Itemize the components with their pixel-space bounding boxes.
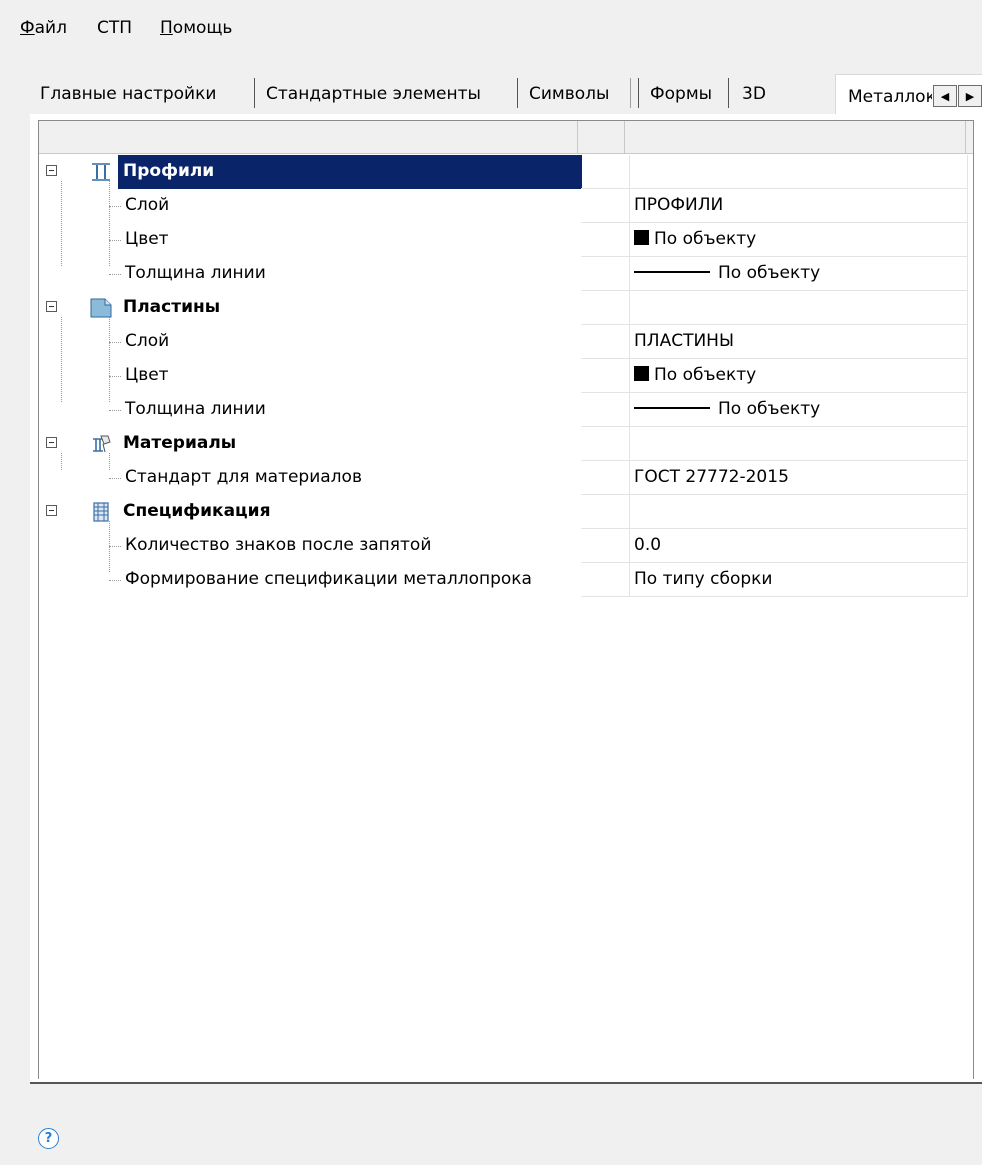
tab-separator — [638, 78, 639, 108]
i-beam-profile-icon — [92, 163, 110, 181]
help-icon: ? — [44, 1131, 53, 1146]
tab-metal-structures[interactable]: Металлоконструкции ◀ ▶ — [835, 74, 982, 115]
property-name: Слой — [125, 331, 170, 351]
lineweight-sample — [634, 271, 710, 273]
property-name: Формирование спецификации металлопрока — [125, 569, 532, 589]
property-name: Слой — [125, 195, 170, 215]
property-value[interactable]: По типу сборки — [630, 563, 968, 597]
tab-forms[interactable]: Формы — [650, 78, 712, 110]
tab-scroll-left-button[interactable]: ◀ — [933, 85, 957, 107]
tab-metal-structures-label: Металлоконструкции — [848, 87, 932, 107]
property-value[interactable]: По объекту — [630, 359, 968, 393]
tab-panel: Профили Слой ПРОФИЛИ Цвет По объекту Тол… — [30, 114, 982, 1084]
property-name: Цвет — [125, 229, 169, 249]
collapse-toggle[interactable] — [46, 437, 57, 448]
property-row[interactable]: Толщина линии По объекту — [39, 393, 968, 427]
property-name: Цвет — [125, 365, 169, 385]
collapse-toggle[interactable] — [46, 165, 57, 176]
property-row[interactable]: Стандарт для материалов ГОСТ 27772-2015 — [39, 461, 968, 495]
tab-3d[interactable]: 3D — [742, 78, 766, 110]
property-name: Количество знаков после запятой — [125, 535, 432, 555]
property-name: Толщина линии — [125, 399, 266, 419]
grid-header — [39, 121, 973, 154]
property-value[interactable]: По объекту — [630, 393, 968, 427]
color-swatch — [634, 230, 649, 245]
menu-help[interactable]: Помощь — [160, 18, 232, 38]
property-row[interactable]: Слой ПРОФИЛИ — [39, 189, 968, 223]
group-label: Материалы — [123, 433, 237, 453]
plate-icon — [90, 298, 112, 318]
collapse-toggle[interactable] — [46, 505, 57, 516]
group-row-profiles[interactable]: Профили — [39, 155, 968, 189]
property-value[interactable]: 0.0 — [630, 529, 968, 563]
property-grid: Профили Слой ПРОФИЛИ Цвет По объекту Тол… — [38, 120, 974, 1079]
group-label: Спецификация — [123, 501, 271, 521]
tab-main-settings[interactable]: Главные настройки — [40, 78, 216, 110]
property-value[interactable]: По объекту — [630, 223, 968, 257]
materials-icon — [93, 435, 111, 453]
tab-symbols[interactable]: Символы — [529, 78, 609, 110]
panel-bottom-border — [30, 1082, 982, 1084]
property-name: Толщина линии — [125, 263, 266, 283]
collapse-toggle[interactable] — [46, 301, 57, 312]
menu-file[interactable]: Файл — [20, 18, 67, 38]
property-row[interactable]: Цвет По объекту — [39, 359, 968, 393]
property-value[interactable]: ПЛАСТИНЫ — [630, 325, 968, 359]
tab-strip: Главные настройки Стандартные элементы С… — [30, 74, 982, 115]
tab-separator — [517, 78, 518, 108]
arrow-left-icon: ◀ — [940, 89, 950, 103]
property-value[interactable]: ПРОФИЛИ — [630, 189, 968, 223]
menu-bar: Файл СТП Помощь — [0, 0, 982, 56]
menu-stp[interactable]: СТП — [97, 18, 132, 38]
group-label: Пластины — [123, 297, 221, 317]
group-row-specification[interactable]: Спецификация — [39, 495, 968, 529]
property-row[interactable]: Количество знаков после запятой 0.0 — [39, 529, 968, 563]
group-label: Профили — [123, 161, 215, 181]
header-divider[interactable] — [965, 121, 966, 153]
header-divider[interactable] — [577, 121, 578, 153]
arrow-right-icon: ▶ — [965, 89, 975, 103]
property-row[interactable]: Формирование спецификации металлопрока П… — [39, 563, 968, 597]
property-row[interactable]: Слой ПЛАСТИНЫ — [39, 325, 968, 359]
specification-icon — [93, 502, 109, 522]
group-row-plates[interactable]: Пластины — [39, 291, 968, 325]
tab-standard-elements[interactable]: Стандартные элементы — [266, 78, 481, 110]
tab-separator — [254, 78, 255, 108]
tab-separator — [630, 78, 631, 108]
property-value[interactable]: По объекту — [630, 257, 968, 291]
tab-scroll-right-button[interactable]: ▶ — [958, 85, 982, 107]
property-row[interactable]: Толщина линии По объекту — [39, 257, 968, 291]
header-divider[interactable] — [624, 121, 625, 153]
color-swatch — [634, 366, 649, 381]
property-row[interactable]: Цвет По объекту — [39, 223, 968, 257]
property-value[interactable]: ГОСТ 27772-2015 — [630, 461, 968, 495]
property-name: Стандарт для материалов — [125, 467, 362, 487]
lineweight-sample — [634, 407, 710, 409]
group-row-materials[interactable]: Материалы — [39, 427, 968, 461]
help-button[interactable]: ? — [38, 1128, 59, 1149]
tab-separator — [728, 78, 729, 108]
